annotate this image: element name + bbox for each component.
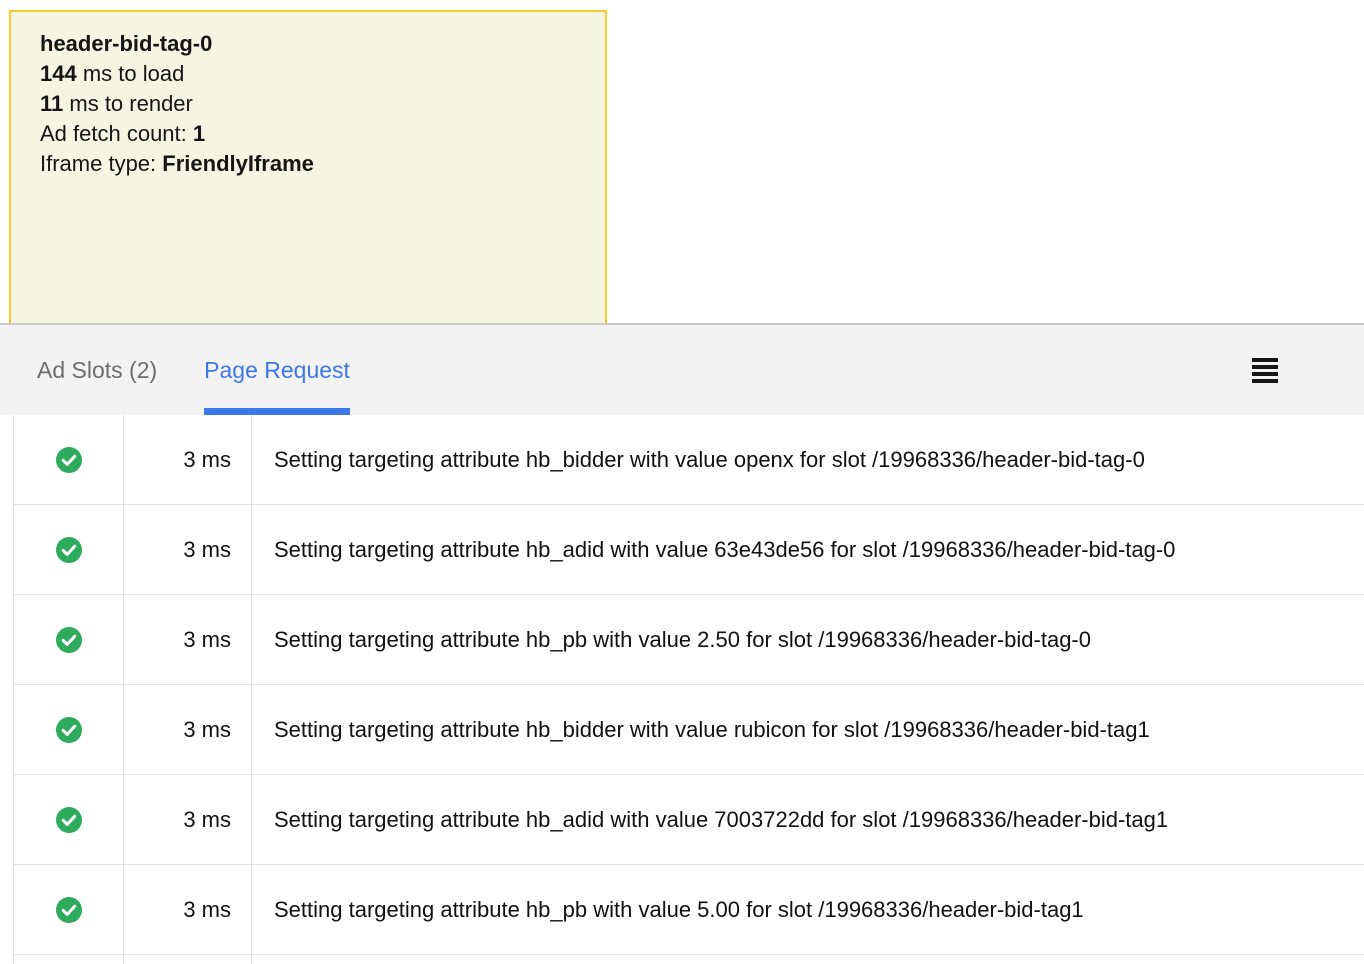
slot-info-overlay: header-bid-tag-0 144 ms to load 11 ms to… [9, 10, 607, 323]
tab-ad-slots[interactable]: Ad Slots (2) [37, 325, 157, 415]
console-tab-bar: Ad Slots (2) Page Request [0, 323, 1364, 415]
log-message: Setting targeting attribute hb_bidder wi… [252, 415, 1364, 504]
check-circle-icon [56, 717, 82, 743]
publisher-console: header-bid-tag-0 144 ms to load 11 ms to… [0, 0, 1364, 964]
log-message: Setting targeting attribute hb_pb with v… [252, 595, 1364, 684]
slot-render-time: 11 ms to render [40, 89, 585, 119]
table-row-partial [13, 955, 1364, 964]
log-message: Setting targeting attribute hb_adid with… [252, 505, 1364, 594]
table-row: 3 ms Setting targeting attribute hb_adid… [13, 775, 1364, 865]
slot-name: header-bid-tag-0 [40, 29, 585, 59]
slot-load-time: 144 ms to load [40, 59, 585, 89]
check-circle-icon [56, 807, 82, 833]
log-time: 3 ms [124, 595, 252, 684]
table-row: 3 ms Setting targeting attribute hb_pb w… [13, 865, 1364, 955]
log-time: 3 ms [124, 865, 252, 954]
check-circle-icon [56, 537, 82, 563]
check-circle-icon [56, 627, 82, 653]
table-row: 3 ms Setting targeting attribute hb_pb w… [13, 595, 1364, 685]
page-request-log: 3 ms Setting targeting attribute hb_bidd… [13, 415, 1364, 964]
log-rows: 3 ms Setting targeting attribute hb_bidd… [13, 415, 1364, 955]
log-time: 3 ms [124, 415, 252, 504]
check-circle-icon [56, 447, 82, 473]
log-message: Setting targeting attribute hb_bidder wi… [252, 685, 1364, 774]
log-message: Setting targeting attribute hb_pb with v… [252, 865, 1364, 954]
list-icon [1252, 358, 1278, 383]
table-row: 3 ms Setting targeting attribute hb_bidd… [13, 415, 1364, 505]
console-menu-button[interactable] [1242, 325, 1288, 415]
check-circle-icon [56, 897, 82, 923]
log-message: Setting targeting attribute hb_adid with… [252, 775, 1364, 864]
slot-iframe-type: Iframe type: FriendlyIframe [40, 149, 585, 179]
table-row: 3 ms Setting targeting attribute hb_adid… [13, 505, 1364, 595]
slot-fetch-count: Ad fetch count: 1 [40, 119, 585, 149]
log-time: 3 ms [124, 505, 252, 594]
tab-page-request[interactable]: Page Request [204, 325, 350, 415]
log-time: 3 ms [124, 775, 252, 864]
log-time: 3 ms [124, 685, 252, 774]
table-row: 3 ms Setting targeting attribute hb_bidd… [13, 685, 1364, 775]
